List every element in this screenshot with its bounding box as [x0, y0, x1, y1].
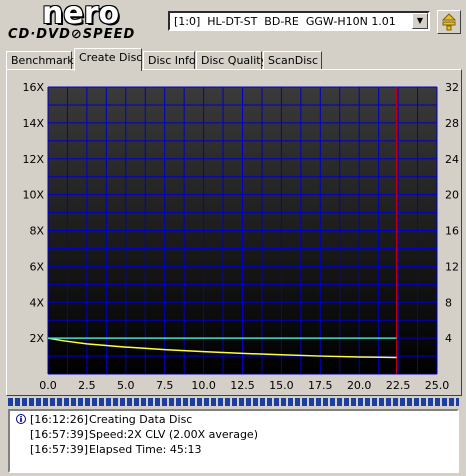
- left-axis-tick-label: 10X: [22, 189, 44, 202]
- left-axis-tick-label: 12X: [22, 153, 44, 166]
- x-axis-tick-label: 5.0: [117, 379, 135, 392]
- log-time: [16:12:26]: [30, 413, 88, 426]
- right-axis-tick-label: 4: [445, 332, 452, 345]
- right-axis-tick-label: 20: [445, 189, 459, 202]
- left-axis-tick-label: 8X: [29, 225, 44, 238]
- log-message: Creating Data Disc: [89, 413, 193, 426]
- log-time: [16:57:39]: [30, 428, 88, 441]
- right-axis-tick-label: 8: [445, 296, 452, 309]
- speed-chart: 2X 4X 6X 8X 10X 12X 14X 16X 4 8 12 16 20 24 28 32 0.0 2.5…: [0, 0, 466, 403]
- tab-create-disc[interactable]: Create Disc: [74, 48, 142, 71]
- x-axis-tick-label: 15.0: [269, 379, 294, 392]
- speed-chart-svg: 2X 4X 6X 8X 10X 12X 14X 16X 4 8 12 16 20 24 28 32 0.0 2.5…: [22, 81, 459, 392]
- right-axis-tick-label: 32: [445, 81, 459, 94]
- x-axis-tick-label: 25.0: [425, 379, 450, 392]
- right-axis-tick-label: 28: [445, 117, 459, 130]
- info-icon: [16, 414, 26, 424]
- x-axis-tick-label: 0.0: [39, 379, 57, 392]
- x-axis-tick-label: 7.5: [156, 379, 174, 392]
- progress-bar: [8, 398, 459, 406]
- right-axis-tick-label: 12: [445, 260, 459, 273]
- log-message: Speed:2X CLV (2.00X average): [89, 428, 258, 441]
- left-axis-tick-label: 2X: [29, 332, 44, 345]
- x-axis-tick-label: 20.0: [347, 379, 372, 392]
- left-axis-tick-label: 6X: [29, 260, 44, 273]
- log-message: Elapsed Time: 45:13: [89, 443, 202, 456]
- left-axis-tick-label: 16X: [22, 81, 44, 94]
- x-axis-tick-label: 2.5: [78, 379, 96, 392]
- x-axis-tick-label: 17.5: [308, 379, 333, 392]
- tab-label: Create Disc: [79, 51, 143, 64]
- left-axis-tick-label: 4X: [29, 296, 44, 309]
- right-axis-tick-label: 24: [445, 153, 459, 166]
- log-time: [16:57:39]: [30, 443, 88, 456]
- x-axis-tick-label: 12.5: [230, 379, 255, 392]
- left-axis-tick-label: 14X: [22, 117, 44, 130]
- log-list: [16:12:26] Creating Data Disc [16:57:39]…: [8, 409, 459, 473]
- x-axis-tick-label: 10.0: [191, 379, 216, 392]
- right-axis-tick-label: 16: [445, 225, 459, 238]
- x-axis-tick-label: 22.5: [386, 379, 411, 392]
